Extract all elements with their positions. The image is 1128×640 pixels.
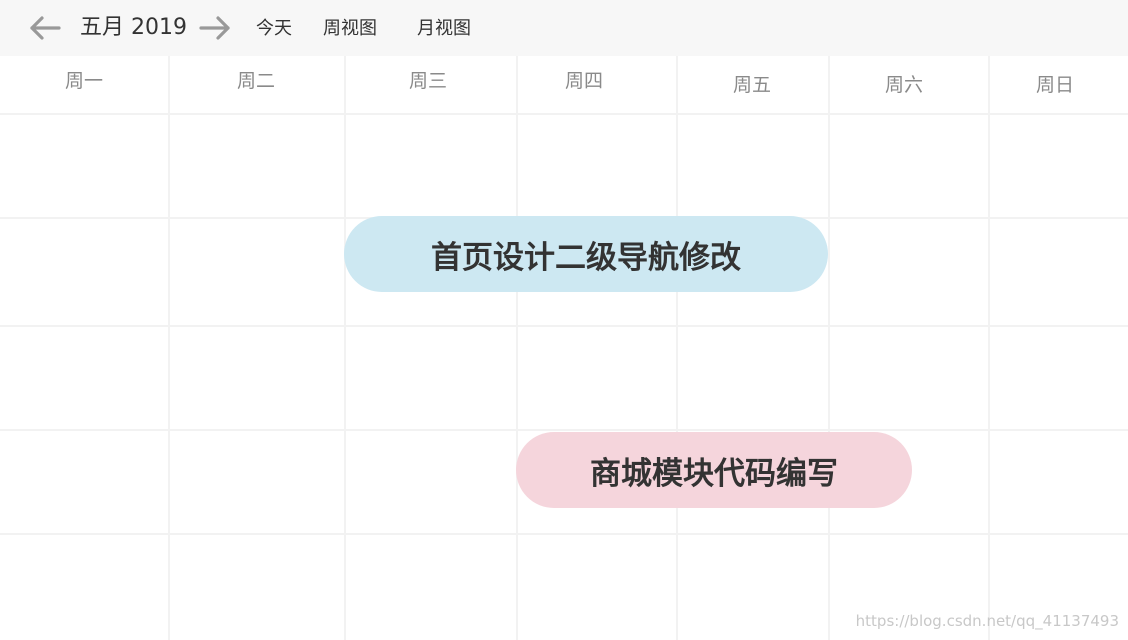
weekday-header-sun: 周日 xyxy=(1035,74,1075,96)
month-view-button[interactable]: 月视图 xyxy=(417,15,471,43)
column-divider xyxy=(988,56,990,640)
arrow-right-icon xyxy=(199,16,230,40)
current-month-title: 五月 2019 xyxy=(80,15,187,40)
today-button[interactable]: 今天 xyxy=(256,15,292,43)
next-month-button[interactable] xyxy=(198,14,232,42)
weekday-header-fri: 周五 xyxy=(732,74,772,96)
watermark-text: https://blog.csdn.net/qq_41137493 xyxy=(855,612,1119,630)
weekday-header-wed: 周三 xyxy=(408,70,448,92)
weekday-header-tue: 周二 xyxy=(236,70,276,92)
column-divider xyxy=(676,56,678,640)
calendar-event[interactable]: 商城模块代码编写 xyxy=(516,432,912,508)
week-view-button[interactable]: 周视图 xyxy=(323,15,377,43)
row-divider xyxy=(0,113,1128,115)
row-divider xyxy=(0,429,1128,431)
calendar-app: 五月 2019 今天 周视图 月视图 周一 周二 周三 周四 周五 周六 周日 xyxy=(0,0,1128,640)
calendar-toolbar: 五月 2019 今天 周视图 月视图 xyxy=(0,0,1128,56)
weekday-header-mon: 周一 xyxy=(64,70,104,92)
column-divider xyxy=(516,56,518,640)
previous-month-button[interactable] xyxy=(28,14,62,42)
row-divider xyxy=(0,325,1128,327)
weekday-header-thu: 周四 xyxy=(564,70,604,92)
calendar-grid: 周一 周二 周三 周四 周五 周六 周日 xyxy=(0,56,1128,640)
calendar-event[interactable]: 首页设计二级导航修改 xyxy=(344,216,828,292)
weekday-header-sat: 周六 xyxy=(884,74,924,96)
column-divider xyxy=(828,56,830,640)
column-divider xyxy=(168,56,170,640)
row-divider xyxy=(0,533,1128,535)
column-divider xyxy=(344,56,346,640)
arrow-left-icon xyxy=(30,16,61,40)
